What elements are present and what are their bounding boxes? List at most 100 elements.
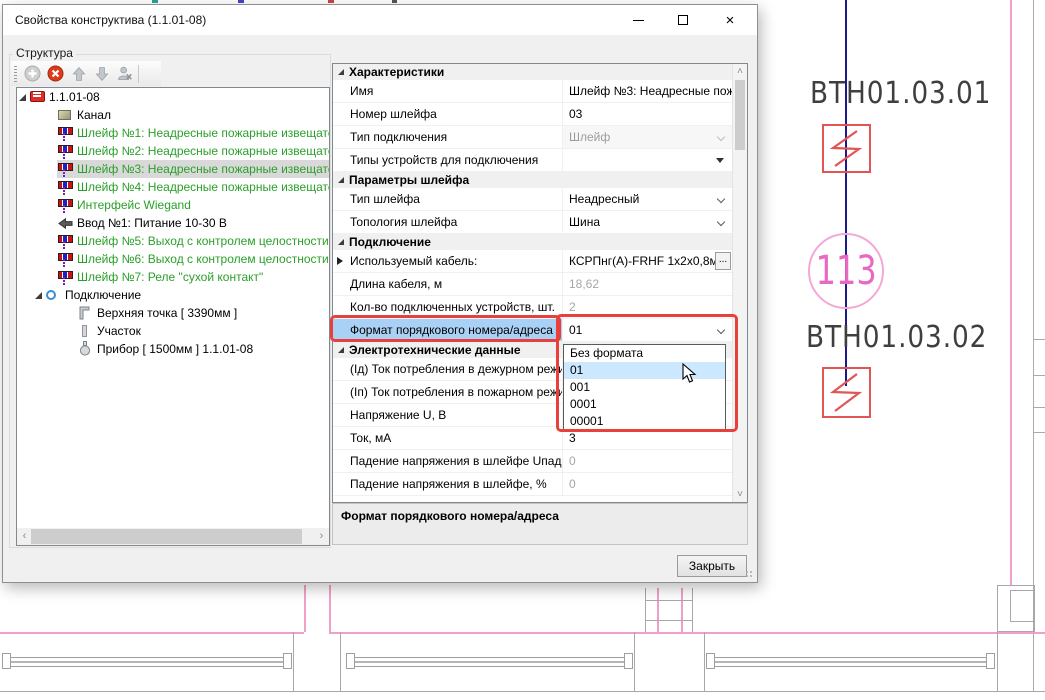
prop-value-cable[interactable]: КСРПнг(А)-FRHF 1x2x0,8мм...	[563, 250, 732, 272]
tree-item-loop6[interactable]: Шлейф №6: Выход с контролем целостности …	[17, 250, 329, 268]
property-grid: Характеристики Имя Шлейф №3: Неадресные …	[332, 63, 748, 503]
expander-icon[interactable]	[35, 292, 42, 299]
cad-pier	[340, 632, 341, 691]
window-glass	[11, 657, 283, 658]
move-down-button[interactable]	[90, 63, 113, 85]
chevron-down-icon[interactable]	[717, 218, 725, 226]
window-glass	[11, 661, 283, 663]
category-expander-icon[interactable]	[338, 69, 344, 75]
description-title: Формат порядкового номера/адреса	[341, 509, 559, 523]
dropdown-arrow-icon[interactable]	[716, 158, 724, 163]
prop-row-connection-type: Тип подключения Шлейф	[333, 126, 732, 149]
tree-item-top-point[interactable]: Верхняя точка [ 3390мм ]	[17, 304, 329, 322]
tree-item-loop4[interactable]: Шлейф №4: Неадресные пожарные извещатели	[17, 178, 329, 196]
grid-vertical-scrollbar[interactable]: ˄ ˅	[732, 64, 747, 502]
cad-wall-line	[1033, 432, 1045, 433]
tree-item-loop3-selected[interactable]: Шлейф №3: Неадресные пожарные извещатели	[17, 160, 329, 178]
cad-pier	[293, 632, 294, 691]
cad-shaft	[646, 600, 692, 601]
maximize-button[interactable]	[666, 5, 700, 35]
room-circle: 113	[808, 233, 884, 309]
window-cap	[986, 653, 995, 669]
title-bar[interactable]: Свойства конструктива (1.1.01-08) ×	[3, 5, 757, 35]
tree-item-root[interactable]: 1.1.01-08	[17, 88, 329, 106]
tree-item-connection[interactable]: Подключение	[17, 286, 329, 304]
toolbar-grip[interactable]	[14, 66, 17, 82]
delete-button[interactable]	[44, 63, 67, 85]
window-glass	[715, 666, 986, 667]
scroll-down-icon[interactable]: ˅	[733, 489, 747, 500]
category-loop-params[interactable]: Параметры шлейфа	[333, 172, 732, 188]
minimize-button[interactable]	[621, 5, 655, 35]
mouse-cursor	[682, 363, 698, 385]
window-glass	[355, 657, 624, 658]
cad-tick	[238, 0, 244, 3]
minimize-icon	[633, 20, 644, 21]
prop-value-loop-number[interactable]: 03	[563, 103, 732, 125]
structure-tree[interactable]: 1.1.01-08 Канал Шлейф №1: Неадресные пож…	[16, 87, 330, 546]
expander-icon[interactable]	[19, 94, 26, 101]
chevron-down-icon[interactable]	[717, 195, 725, 203]
structure-label: Структура	[13, 46, 76, 60]
annotation-rect-dropdown	[556, 314, 738, 432]
window-glass	[715, 661, 986, 663]
tree-horizontal-scrollbar[interactable]: ‹ ›	[17, 528, 329, 545]
prop-value-loop-type[interactable]: Неадресный	[563, 188, 732, 210]
prop-value-device-types[interactable]	[563, 149, 732, 171]
scroll-left-icon[interactable]: ‹	[17, 528, 32, 545]
dialog-title: Свойства конструктива (1.1.01-08)	[15, 13, 206, 27]
tree-item-loop7[interactable]: Шлейф №7: Реле "сухой контакт"	[17, 268, 329, 286]
cad-pier	[634, 632, 635, 691]
delete-icon	[47, 65, 64, 82]
window-glass	[355, 661, 624, 663]
tree-item-loop5[interactable]: Шлейф №5: Выход с контролем целостности …	[17, 232, 329, 250]
category-connection[interactable]: Подключение	[333, 234, 732, 250]
scroll-up-icon[interactable]: ˄	[733, 66, 747, 77]
prop-value-cable-length: 18,62	[563, 273, 732, 295]
resize-grip[interactable]	[745, 570, 754, 579]
tree-item-loop2[interactable]: Шлейф №2: Неадресные пожарные извещатели	[17, 142, 329, 160]
move-down-icon	[94, 66, 110, 82]
close-button[interactable]: Закрыть	[677, 555, 747, 577]
prop-row-topology: Топология шлейфа Шина	[333, 211, 732, 234]
corner-point-icon	[78, 306, 91, 320]
tree-item-device-node[interactable]: Прибор [ 1500мм ] 1.1.01-08	[17, 340, 329, 358]
prop-row-cable-length: Длина кабеля, м 18,62	[333, 273, 732, 296]
tree-item-loop1[interactable]: Шлейф №1: Неадресные пожарные извещатели	[17, 124, 329, 142]
close-button-x[interactable]: ×	[713, 5, 747, 35]
row-expander-icon[interactable]	[337, 257, 343, 265]
cad-label-2: ВТН01.03.02	[806, 320, 987, 355]
category-characteristics[interactable]: Характеристики	[333, 64, 732, 80]
move-up-button[interactable]	[67, 63, 90, 85]
prop-value-topology[interactable]: Шина	[563, 211, 732, 233]
scrollbar-thumb[interactable]	[31, 529, 302, 544]
scrollbar-thumb[interactable]	[735, 80, 745, 150]
move-up-icon	[71, 66, 87, 82]
description-panel: Формат порядкового номера/адреса	[332, 503, 748, 545]
tree-item-channel[interactable]: Канал	[17, 106, 329, 124]
prop-row-device-types: Типы устройств для подключения	[333, 149, 732, 172]
device-pin-icon	[78, 341, 92, 357]
remove-device-button[interactable]	[113, 63, 136, 85]
scroll-right-icon[interactable]: ›	[314, 528, 329, 545]
prop-row-name: Имя Шлейф №3: Неадресные пожарные извеща…	[333, 80, 732, 103]
prop-value-name[interactable]: Шлейф №3: Неадресные пожарные извещатели	[563, 80, 732, 102]
lightning-icon	[824, 369, 869, 416]
add-button[interactable]	[21, 63, 44, 85]
loop-icon	[58, 125, 72, 141]
app-canvas: ВТН01.03.01 113 ВТН01.03.02	[0, 0, 1045, 700]
tree-item-power-input[interactable]: Ввод №1: Питание 10-30 В	[17, 214, 329, 232]
category-expander-icon[interactable]	[338, 347, 344, 353]
cad-label-1: ВТН01.03.01	[810, 76, 991, 111]
category-expander-icon[interactable]	[338, 239, 344, 245]
cad-door-line	[304, 585, 306, 632]
tree-item-wiegand[interactable]: Интерфейс Wiegand	[17, 196, 329, 214]
detector-symbol-1	[822, 124, 871, 173]
loop-icon	[58, 197, 72, 213]
category-expander-icon[interactable]	[338, 177, 344, 183]
segment-icon	[82, 325, 87, 337]
tree-item-segment[interactable]: Участок	[17, 322, 329, 340]
remove-device-icon	[116, 65, 133, 82]
ellipsis-button[interactable]: ...	[715, 252, 731, 270]
cad-pier	[704, 632, 705, 691]
